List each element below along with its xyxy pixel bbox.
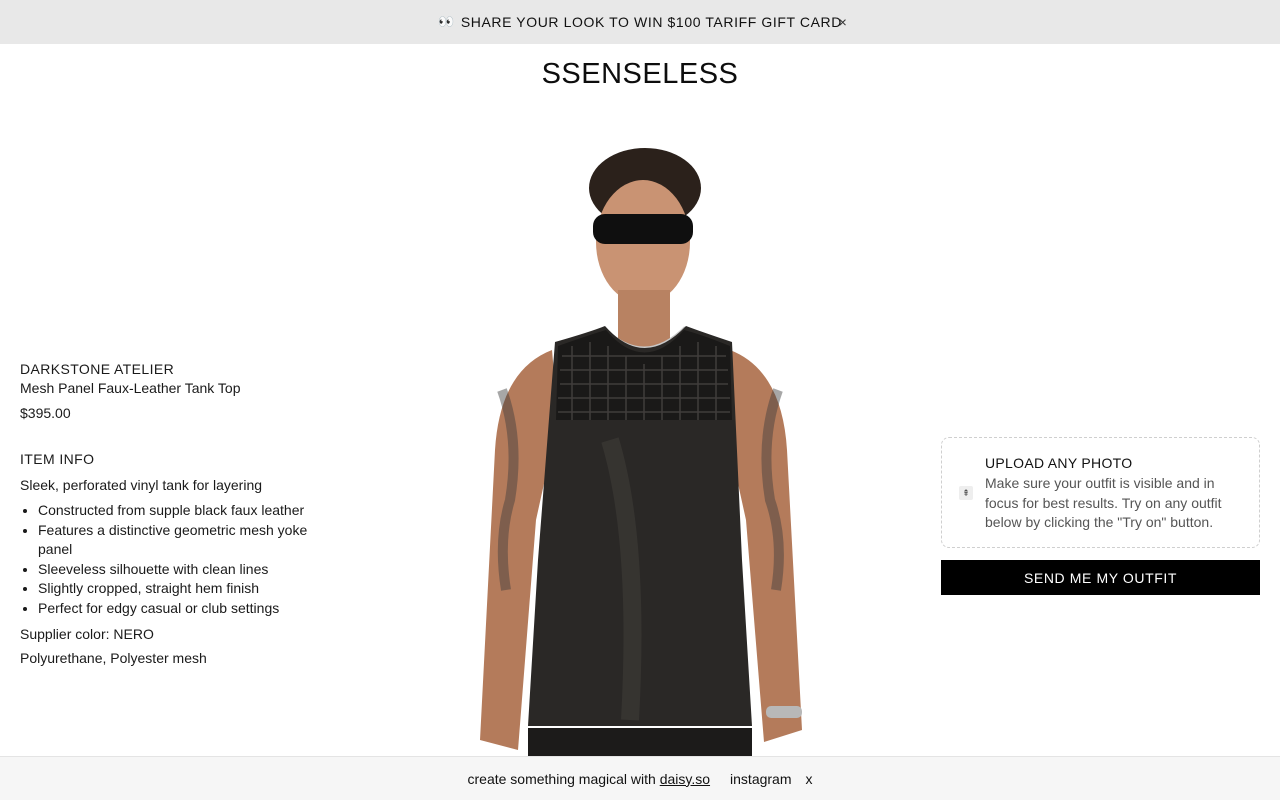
close-icon[interactable]: x bbox=[806, 771, 813, 787]
announcement-text[interactable]: SHARE YOUR LOOK TO WIN $100 TARIFF GIFT … bbox=[461, 14, 842, 30]
announcement-bar: 👀 SHARE YOUR LOOK TO WIN $100 TARIFF GIF… bbox=[0, 0, 1280, 44]
feature-item: Perfect for edgy casual or club settings bbox=[38, 599, 320, 619]
supplier-color: Supplier color: NERO bbox=[20, 626, 154, 642]
materials: Polyurethane, Polyester mesh bbox=[20, 650, 207, 666]
eyes-icon: 👀 bbox=[438, 14, 455, 29]
feature-item: Sleeveless silhouette with clean lines bbox=[38, 560, 320, 580]
product-details: DARKSTONE ATELIER Mesh Panel Faux-Leathe… bbox=[20, 360, 320, 668]
product-name: Mesh Panel Faux-Leather Tank Top bbox=[20, 380, 241, 396]
upload-description: Make sure your outfit is visible and in … bbox=[985, 475, 1222, 530]
product-photo bbox=[480, 148, 802, 800]
upload-icon: ⇞ bbox=[959, 486, 973, 500]
upload-photo-area[interactable]: ⇞ UPLOAD ANY PHOTO Make sure your outfit… bbox=[941, 437, 1260, 548]
feature-list: Constructed from supple black faux leath… bbox=[20, 501, 320, 618]
site-logo[interactable]: SSENSELESS bbox=[0, 58, 1280, 91]
feature-item: Slightly cropped, straight hem finish bbox=[38, 579, 320, 599]
footer-bar: create something magical with daisy.so i… bbox=[0, 756, 1280, 800]
upload-title: UPLOAD ANY PHOTO bbox=[985, 455, 1133, 471]
product-summary: Sleek, perforated vinyl tank for layerin… bbox=[20, 477, 263, 493]
close-icon[interactable]: × bbox=[836, 12, 850, 32]
daisy-link[interactable]: daisy.so bbox=[660, 771, 710, 787]
instagram-link[interactable]: instagram bbox=[730, 771, 791, 787]
product-price: $395.00 bbox=[20, 405, 71, 421]
send-outfit-button[interactable]: SEND ME MY OUTFIT bbox=[941, 560, 1260, 595]
feature-item: Features a distinctive geometric mesh yo… bbox=[38, 521, 320, 560]
feature-item: Constructed from supple black faux leath… bbox=[38, 501, 320, 521]
product-brand[interactable]: DARKSTONE ATELIER bbox=[20, 360, 320, 378]
item-info-heading: ITEM INFO bbox=[20, 451, 95, 467]
footer-text: create something magical with bbox=[467, 770, 656, 787]
